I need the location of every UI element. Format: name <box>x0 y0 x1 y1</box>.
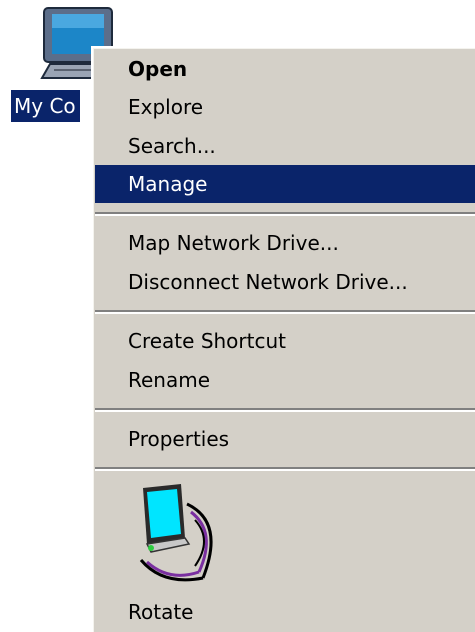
menu-separator <box>95 408 475 412</box>
desktop-icon-label: My Co <box>11 90 80 122</box>
menu-item-disconnect-network-drive[interactable]: Disconnect Network Drive... <box>95 263 475 301</box>
menu-separator <box>95 310 475 314</box>
menu-item-rename[interactable]: Rename <box>95 361 475 399</box>
menu-item-create-shortcut[interactable]: Create Shortcut <box>95 322 475 360</box>
menu-item-search[interactable]: Search... <box>95 127 475 165</box>
menu-item-explore[interactable]: Explore <box>95 88 475 126</box>
rotate-monitor-icon[interactable] <box>133 482 229 586</box>
menu-item-label: Map Network Drive... <box>128 231 339 255</box>
menu-item-label: Disconnect Network Drive... <box>128 270 408 294</box>
menu-separator <box>95 212 475 216</box>
menu-item-rotate[interactable]: Rotate <box>128 594 193 630</box>
menu-item-label: Open <box>128 57 188 81</box>
menu-item-map-network-drive[interactable]: Map Network Drive... <box>95 224 475 262</box>
desktop: My Co Open Explore Search... Manage Map … <box>0 0 475 632</box>
menu-separator <box>95 467 475 471</box>
menu-item-properties[interactable]: Properties <box>95 420 475 458</box>
menu-item-label: Properties <box>128 427 230 451</box>
menu-item-open[interactable]: Open <box>95 50 475 88</box>
menu-item-manage[interactable]: Manage <box>95 165 475 203</box>
menu-item-label: Explore <box>128 95 204 119</box>
menu-item-label: Rename <box>128 368 211 392</box>
menu-item-label: Search... <box>128 134 216 158</box>
menu-item-label: Manage <box>128 172 208 196</box>
context-menu: Open Explore Search... Manage Map Networ… <box>91 46 475 632</box>
desktop-icon-my-computer[interactable]: My Co <box>0 0 120 130</box>
menu-item-label: Create Shortcut <box>128 329 286 353</box>
